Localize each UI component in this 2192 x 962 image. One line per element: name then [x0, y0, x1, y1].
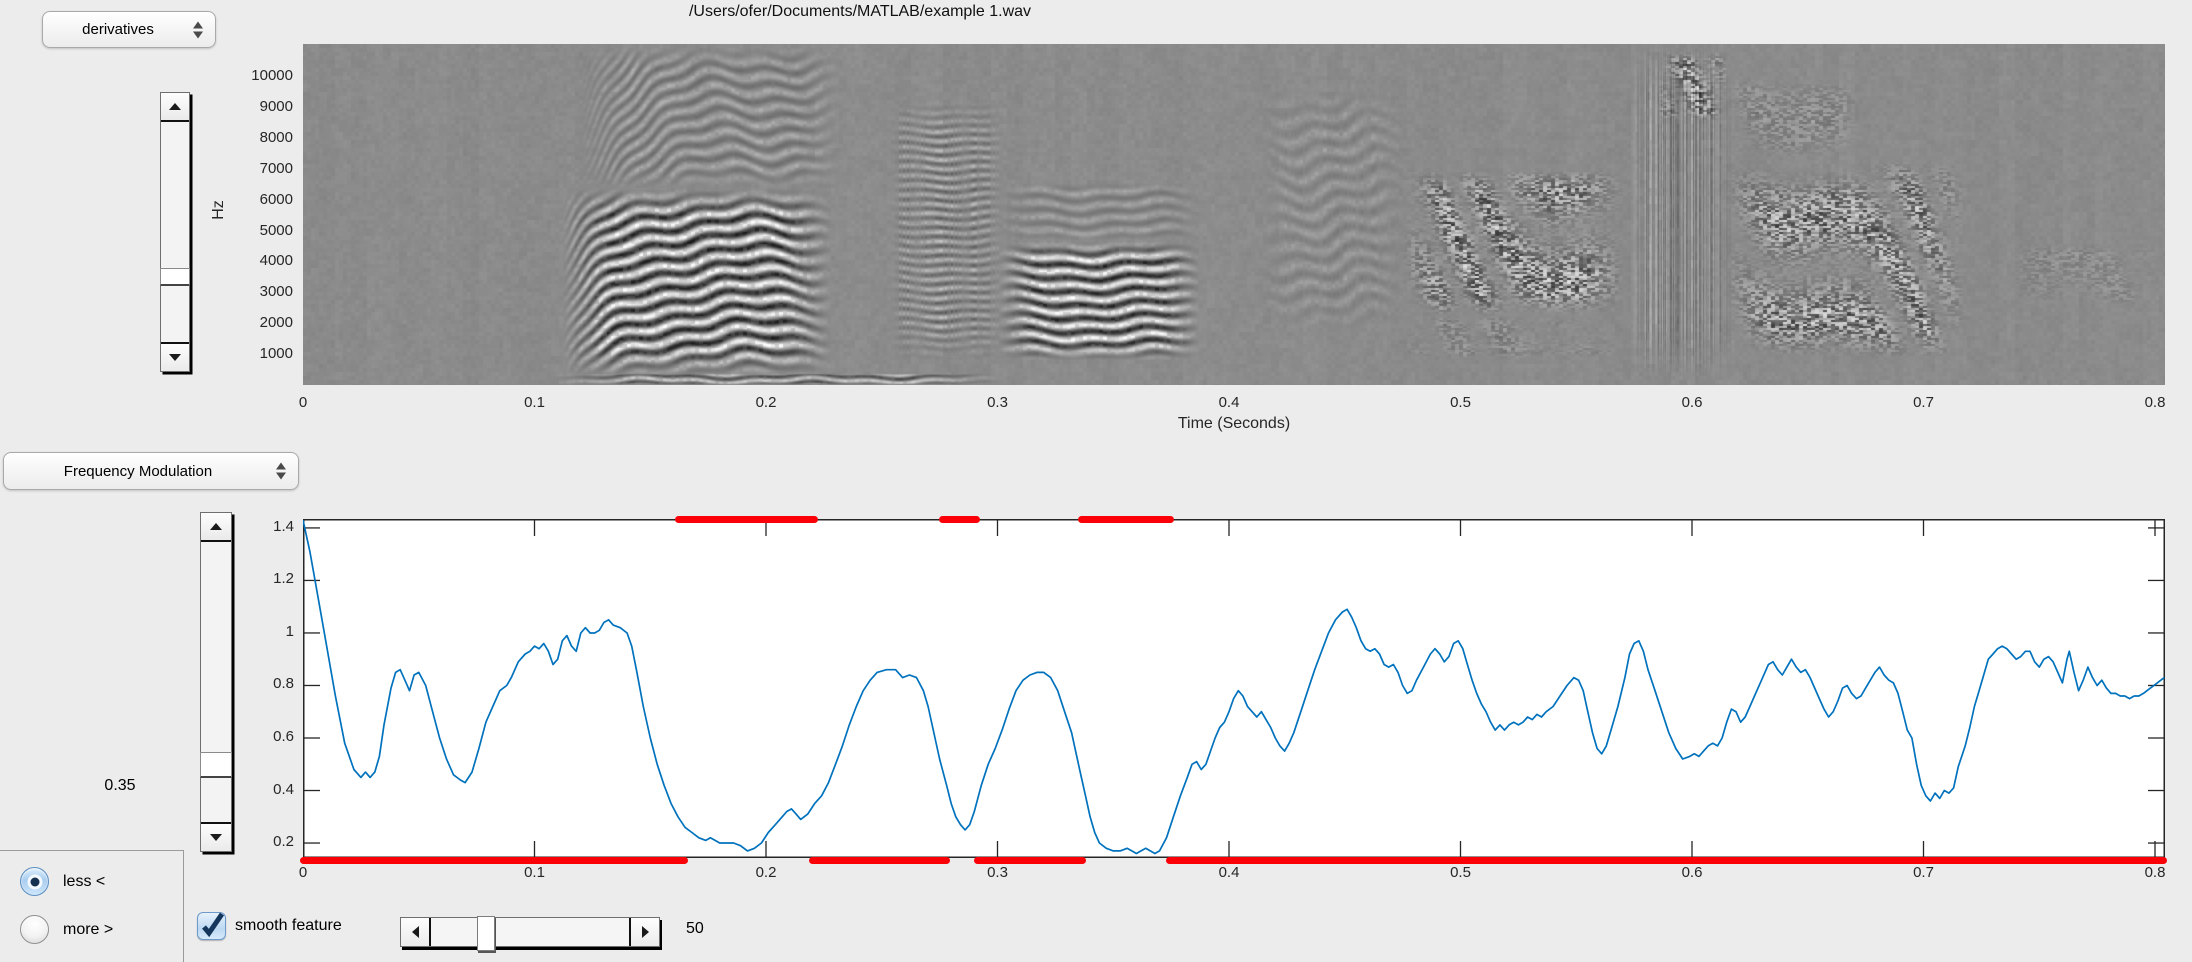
threshold-segment-above: [1077, 516, 1175, 523]
feature-xtick-label: 0.3: [987, 864, 1008, 881]
feature-xtick-label: 0: [298, 864, 308, 881]
spectrogram-ytick-label: 2000: [259, 314, 293, 332]
smooth-value: 50: [686, 920, 704, 937]
feature-ytick-label: 0.8: [273, 675, 294, 693]
spectrogram-x-axis-label: Time (Seconds): [1177, 415, 1291, 432]
feature-ytick-label: 1.4: [273, 517, 294, 535]
feature-ytick-label: 0.4: [273, 780, 294, 798]
spectrogram-xtick-label: 0.8: [2144, 394, 2166, 411]
spectrogram-xtick-label: 0: [298, 394, 308, 411]
spectrogram-xtick-label: 0.1: [524, 394, 545, 411]
threshold-segment-below: [809, 857, 950, 864]
right-arrow-icon: [641, 926, 649, 938]
spectrogram-ytick-label: 6000: [259, 190, 293, 208]
up-arrow-icon: [169, 103, 181, 110]
feature-xtick-label: 0.5: [1450, 864, 1471, 881]
up-arrow-icon: [210, 523, 222, 530]
down-arrow-icon: [169, 354, 181, 361]
spectrogram-ytick-label: 10000: [251, 67, 293, 85]
matlab-feature-gui: /Users/ofer/Documents/MATLAB/example 1.w…: [0, 0, 2192, 962]
threshold-segment-above: [938, 516, 980, 523]
feature-dropdown[interactable]: Frequency Modulation: [3, 452, 299, 490]
scroll-up-button[interactable]: [201, 513, 231, 542]
more-radio-label: more >: [63, 920, 114, 938]
scrollbar-thumb[interactable]: [200, 752, 232, 778]
sensitivity-panel: less < more >: [0, 850, 184, 962]
scroll-up-button[interactable]: [161, 93, 189, 122]
feature-xtick-label: 0.8: [2144, 864, 2166, 881]
spectrogram-xtick-label: 0.2: [755, 394, 777, 411]
less-radio[interactable]: [20, 867, 49, 896]
spectrogram-scrollbar[interactable]: [160, 92, 190, 372]
spectrogram-ytick-label: 1000: [259, 345, 293, 363]
smooth-feature-label: smooth feature: [235, 917, 342, 934]
feature-xtick-label: 0.2: [755, 864, 777, 881]
feature-xtick-label: 0.4: [1218, 864, 1240, 881]
dropdown-arrows-icon: [276, 462, 286, 480]
spectrogram-xtick-label: 0.4: [1218, 394, 1240, 411]
spectrogram-ytick-label: 7000: [259, 159, 293, 177]
spectrogram-xtick-label: 0.7: [1913, 394, 1934, 411]
more-radio[interactable]: [20, 915, 49, 944]
threshold-value: 0.35: [104, 777, 136, 794]
checkmark-icon: [202, 912, 225, 938]
dropdown-arrows-icon: [193, 21, 203, 38]
feature-xtick-label: 0.7: [1913, 864, 1934, 881]
feature-ytick-label: 1: [285, 622, 294, 640]
spectrogram-xtick-label: 0.5: [1450, 394, 1471, 411]
spectrogram-ytick-label: 8000: [259, 128, 293, 146]
slider-thumb[interactable]: [477, 916, 495, 951]
feature-xtick-label: 0.1: [524, 864, 545, 881]
scroll-down-button[interactable]: [201, 822, 231, 851]
feature-xtick-label: 0.6: [1681, 864, 1703, 881]
derivatives-dropdown-label: derivatives: [82, 21, 154, 38]
spectrogram-ytick-label: 5000: [259, 221, 293, 239]
slider-right-button[interactable]: [629, 918, 659, 946]
figure-title: /Users/ofer/Documents/MATLAB/example 1.w…: [688, 3, 1032, 20]
spectrogram-plot: [303, 44, 2165, 385]
spectrogram-xtick-label: 0.6: [1681, 394, 1703, 411]
down-arrow-icon: [210, 834, 222, 841]
spectrogram-xtick-label: 0.3: [987, 394, 1008, 411]
spectrogram-ytick-label: 4000: [259, 252, 293, 270]
feature-plot: [303, 519, 2165, 858]
feature-ytick-label: 0.6: [273, 727, 294, 745]
scrollbar-track[interactable]: [160, 122, 190, 342]
threshold-scrollbar[interactable]: [200, 512, 232, 852]
feature-ytick-label: 0.2: [273, 833, 294, 851]
spectrogram-ytick-label: 9000: [259, 97, 293, 115]
derivatives-dropdown[interactable]: derivatives: [42, 11, 216, 48]
scrollbar-thumb[interactable]: [160, 268, 190, 286]
feature-ytick-label: 1.2: [273, 570, 294, 588]
spectrogram-ytick-label: 3000: [259, 283, 293, 301]
threshold-segment-below: [973, 857, 1087, 864]
slider-left-button[interactable]: [401, 918, 431, 946]
threshold-segment-above: [675, 516, 818, 523]
smooth-feature-checkbox[interactable]: [197, 912, 226, 940]
smooth-slider[interactable]: [400, 916, 660, 951]
less-radio-label: less <: [63, 872, 106, 890]
left-arrow-icon: [411, 926, 419, 938]
threshold-segment-below: [300, 857, 688, 864]
threshold-segment-below: [1165, 857, 2168, 864]
slider-track[interactable]: [431, 916, 629, 951]
scroll-down-button[interactable]: [161, 342, 189, 371]
scrollbar-track[interactable]: [200, 542, 232, 822]
feature-dropdown-label: Frequency Modulation: [63, 462, 213, 480]
